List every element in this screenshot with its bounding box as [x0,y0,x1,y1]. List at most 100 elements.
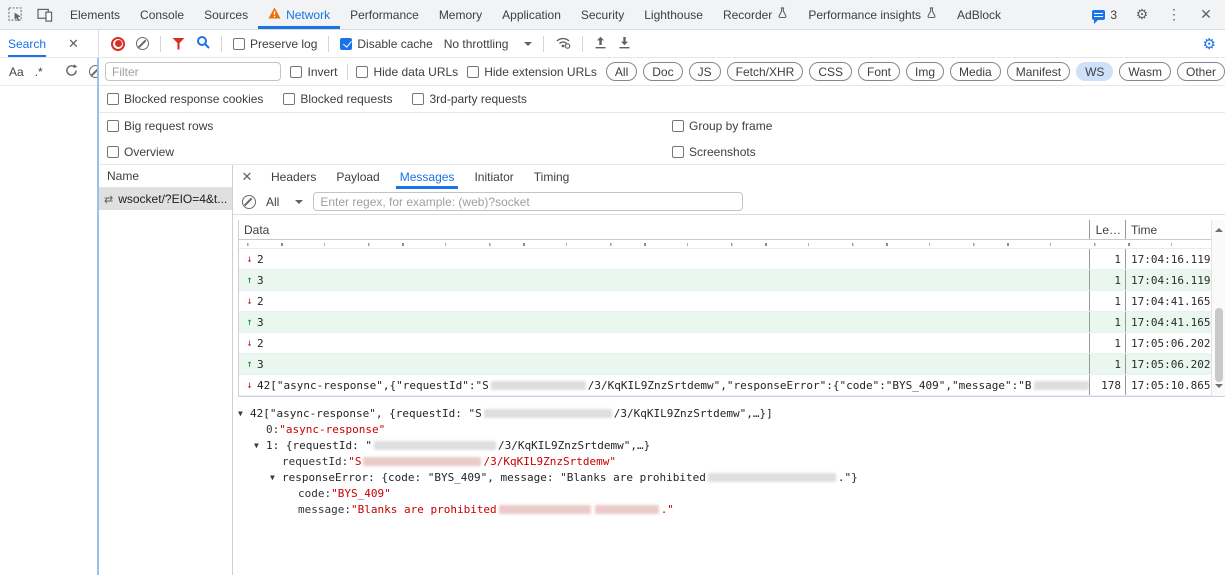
request-row[interactable]: ⇄wsocket/?EIO=4&t... [99,188,232,210]
drawer-splitter[interactable] [97,58,99,575]
export-har-icon[interactable] [618,36,631,52]
message-regex-input[interactable] [313,192,743,211]
search-drawer-tab[interactable]: Search [8,30,46,57]
detail-tab-payload[interactable]: Payload [326,165,389,189]
scroll-down-icon[interactable] [1215,384,1223,392]
detail-tab-timing[interactable]: Timing [524,165,580,189]
json-tree-line[interactable]: ▼1: {requestId: "/3/KqKIL9ZnzSrtdemw",…} [233,437,1225,453]
tab-performance-insights[interactable]: Performance insights [798,0,947,29]
tab-memory[interactable]: Memory [429,0,492,29]
frame-time-cell: 17:04:16.119 [1125,249,1211,269]
resource-type-pill-all[interactable]: All [606,62,637,81]
redacted-text [491,381,586,390]
import-har-icon[interactable] [594,36,607,52]
issues-button[interactable]: 3 [1084,8,1125,22]
expander-icon[interactable]: ▼ [254,441,266,450]
expander-icon[interactable]: ▼ [238,409,250,418]
expander-icon[interactable]: ▼ [270,473,282,482]
close-search-drawer-icon[interactable]: ✕ [68,36,79,52]
detail-tab-headers[interactable]: Headers [261,165,326,189]
frames-scrollbar[interactable] [1211,220,1225,396]
frame-row-receive[interactable]: ↓42["async-response",{"requestId":"S/3/K… [239,375,1211,396]
view-options-row-1: Big request rows Group by frame [99,113,1225,139]
frame-row-receive[interactable]: ↓2117:05:06.202 [239,333,1211,354]
disable-cache-checkbox[interactable]: Disable cache [340,37,432,51]
frame-row-receive[interactable]: ↓2117:04:41.165 [239,291,1211,312]
detail-tab-initiator[interactable]: Initiator [464,165,523,189]
clipped-frame-row[interactable] [239,240,1211,249]
settings-gear-icon[interactable]: ⚙ [1127,6,1157,23]
regex-button[interactable]: .* [35,65,43,79]
json-tree-line[interactable]: requestId: "S/3/KqKIL9ZnzSrtdemw" [233,453,1225,469]
tab-console[interactable]: Console [130,0,194,29]
json-tree-line[interactable]: ▼42["async-response", {requestId: "S/3/K… [233,405,1225,421]
close-devtools-icon[interactable]: ✕ [1191,6,1221,23]
tab-sources[interactable]: Sources [194,0,258,29]
resource-type-pill-other[interactable]: Other [1177,62,1225,81]
filter-input[interactable] [105,62,281,81]
redacted-text [595,505,659,514]
json-tree-line[interactable]: ▼responseError: {code: "BYS_409", messag… [233,469,1225,485]
json-tree-line[interactable]: message: "Blanks are prohibited ." [233,501,1225,517]
name-column-header[interactable]: Name [99,165,232,188]
data-column-header[interactable]: Data [239,220,1089,239]
scroll-up-icon[interactable] [1215,224,1223,232]
overview-checkbox[interactable]: Overview [107,145,174,159]
frame-row-receive[interactable]: ↓2117:04:16.119 [239,249,1211,270]
big-request-rows-checkbox[interactable]: Big request rows [107,119,213,133]
preserve-log-checkbox[interactable]: Preserve log [233,37,317,51]
tab-label: Network [286,8,330,22]
json-tree-line[interactable]: 0: "async-response" [233,421,1225,437]
time-column-header[interactable]: Time [1125,220,1211,239]
filter-icon[interactable] [172,38,185,50]
tab-elements[interactable]: Elements [60,0,130,29]
tab-application[interactable]: Application [492,0,571,29]
tab-performance[interactable]: Performance [340,0,429,29]
group-by-frame-checkbox[interactable]: Group by frame [672,119,772,133]
length-column-header[interactable]: Le… [1089,220,1125,239]
tab-adblock[interactable]: AdBlock [947,0,1011,29]
refresh-search-icon[interactable] [65,64,78,80]
resource-type-pill-doc[interactable]: Doc [643,62,682,81]
resource-type-pill-css[interactable]: CSS [809,62,852,81]
third-party-requests-checkbox[interactable]: 3rd-party requests [412,92,526,106]
frame-row-send[interactable]: ↑3117:04:16.119 [239,270,1211,291]
json-tree-line[interactable]: code: "BYS_409" [233,485,1225,501]
frame-row-send[interactable]: ↑3117:05:06.202 [239,354,1211,375]
hide-data-urls-checkbox[interactable]: Hide data URLs [356,65,458,79]
resource-type-pill-media[interactable]: Media [950,62,1001,81]
screenshots-checkbox[interactable]: Screenshots [672,145,756,159]
frame-row-send[interactable]: ↑3117:04:41.165 [239,312,1211,333]
tab-security[interactable]: Security [571,0,634,29]
network-settings-gear-icon[interactable]: ⚙ [1203,35,1216,53]
tab-recorder[interactable]: Recorder [713,0,798,29]
device-toolbar-icon[interactable] [30,0,60,29]
invert-checkbox[interactable]: Invert [290,65,337,79]
resource-type-pill-wasm[interactable]: Wasm [1119,62,1171,81]
hide-extension-urls-checkbox[interactable]: Hide extension URLs [467,65,597,79]
more-options-icon[interactable]: ⋮ [1159,6,1189,23]
network-conditions-icon[interactable] [555,36,571,52]
resource-type-pill-fetch-xhr[interactable]: Fetch/XHR [727,62,804,81]
resource-type-pill-img[interactable]: Img [906,62,944,81]
close-detail-icon[interactable]: ✕ [233,169,261,185]
record-network-log-icon[interactable] [111,37,125,51]
search-network-icon[interactable] [196,35,210,52]
resource-type-pill-ws[interactable]: WS [1076,62,1113,81]
message-type-dropdown[interactable]: All [266,195,303,209]
clear-messages-icon[interactable] [242,195,256,209]
throttling-dropdown[interactable]: No throttling [444,37,533,51]
scrollbar-thumb[interactable] [1215,308,1223,382]
blocked-requests-checkbox[interactable]: Blocked requests [283,92,392,106]
detail-tab-messages[interactable]: Messages [390,165,465,189]
tab-network[interactable]: Network [258,0,340,29]
inspect-element-icon[interactable] [0,0,30,29]
match-case-button[interactable]: Aa [9,65,24,79]
clear-network-log-icon[interactable] [136,37,149,50]
json-string: ." [661,503,674,516]
resource-type-pill-manifest[interactable]: Manifest [1007,62,1070,81]
blocked-response-cookies-checkbox[interactable]: Blocked response cookies [107,92,263,106]
tab-lighthouse[interactable]: Lighthouse [634,0,713,29]
resource-type-pill-js[interactable]: JS [689,62,721,81]
resource-type-pill-font[interactable]: Font [858,62,900,81]
